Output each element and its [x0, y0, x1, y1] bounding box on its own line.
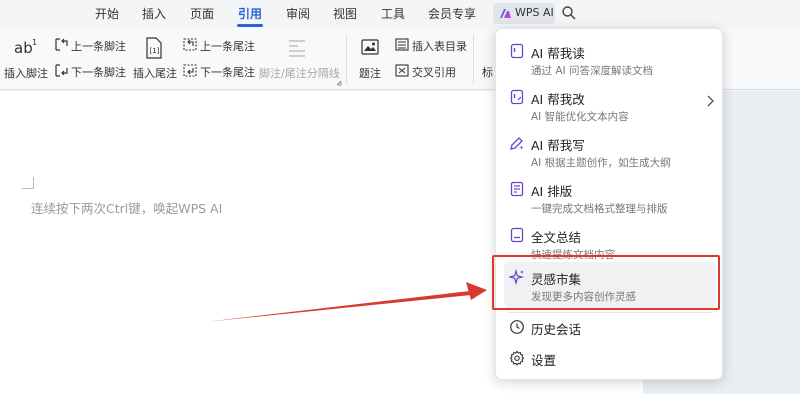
insert-endnote-button[interactable]: 插入尾注	[133, 65, 177, 81]
wps-ai-label: WPS AI	[515, 6, 554, 19]
menu-item-summary[interactable]: 全文总结 快速提炼文档内容	[496, 220, 724, 266]
prev-endnote-icon	[183, 38, 197, 51]
menu-item-settings[interactable]: 设置	[496, 344, 724, 372]
tab-review[interactable]: 审阅	[286, 6, 310, 22]
endnote-icon: [1]	[146, 37, 162, 59]
menu-item-subtitle: AI 智能优化文本内容	[531, 111, 629, 123]
document-placeholder-text[interactable]: 连续按下两次Ctrl键，唤起WPS AI	[31, 198, 222, 217]
ribbon-divider	[346, 34, 347, 84]
chevron-right-icon	[707, 95, 714, 107]
caption-image-icon	[361, 39, 379, 55]
svg-text:ab: ab	[14, 39, 33, 57]
caption-button[interactable]: 题注	[359, 65, 381, 81]
sparkle-icon	[509, 269, 525, 285]
tab-page[interactable]: 页面	[190, 6, 214, 22]
menu-item-title: AI 帮我改	[531, 92, 585, 107]
clock-icon	[510, 320, 524, 334]
svg-text:[1]: [1]	[150, 47, 160, 55]
tab-insert[interactable]: 插入	[142, 6, 166, 22]
ribbon-partial-label: 标	[482, 66, 493, 79]
next-endnote-button[interactable]: 下一条尾注	[200, 64, 255, 80]
summary-icon	[510, 227, 524, 243]
menu-item-history[interactable]: 历史会话	[496, 313, 724, 341]
prev-footnote-icon	[55, 38, 68, 51]
next-footnote-icon	[55, 64, 68, 77]
footnote-ab-icon: ab 1	[14, 38, 37, 57]
separator-line-icon	[289, 40, 305, 57]
table-of-figures-icon	[395, 38, 409, 51]
cross-reference-button[interactable]: 交叉引用	[412, 64, 456, 80]
ribbon-divider	[473, 34, 474, 84]
tab-references[interactable]: 引用	[238, 6, 262, 22]
dialog-launcher-icon[interactable]	[336, 80, 342, 86]
search-icon[interactable]	[561, 5, 577, 21]
menu-item-title: 灵感市集	[531, 272, 582, 287]
pen-sparkle-icon	[510, 137, 524, 150]
insert-table-of-figures-button[interactable]: 插入表目录	[412, 38, 467, 54]
doc-edit-icon	[510, 89, 524, 105]
menu-item-inspiration-market[interactable]: 灵感市集 发现更多内容创作灵感	[504, 262, 716, 308]
menu-item-title: AI 帮我读	[531, 46, 585, 61]
menu-item-ai-read[interactable]: AI 帮我读 通过 AI 问答深度解读文档	[496, 36, 724, 82]
menu-item-title: AI 排版	[531, 184, 573, 199]
menu-item-ai-write[interactable]: AI 帮我写 AI 根据主题创作，如生成大纲	[496, 128, 724, 174]
menu-item-subtitle: 快速提炼文档内容	[531, 249, 615, 261]
svg-text:1: 1	[32, 38, 37, 47]
active-tab-indicator	[237, 24, 263, 27]
next-footnote-button[interactable]: 下一条脚注	[71, 64, 126, 80]
separator-line-button[interactable]: 脚注/尾注分隔线	[259, 65, 340, 81]
wps-ai-logo-icon	[500, 9, 511, 18]
tab-member[interactable]: 会员专享	[428, 6, 476, 22]
doc-read-icon	[510, 43, 524, 59]
prev-footnote-button[interactable]: 上一条脚注	[71, 38, 126, 54]
menu-item-ai-edit[interactable]: AI 帮我改 AI 智能优化文本内容	[496, 82, 724, 128]
next-endnote-icon	[183, 64, 197, 77]
menu-item-subtitle: 通过 AI 问答深度解读文档	[531, 65, 653, 77]
menu-item-subtitle: 发现更多内容创作灵感	[531, 291, 636, 303]
menu-item-ai-layout[interactable]: AI 排版 一键完成文档格式整理与排版	[496, 174, 724, 220]
wps-ai-tab[interactable]: WPS AI	[493, 3, 555, 24]
wps-ai-dropdown-menu: AI 帮我读 通过 AI 问答深度解读文档 AI 帮我改 AI 智能优化文本内容…	[495, 28, 723, 380]
menu-bar: 开始 插入 页面 引用 审阅 视图 工具 会员专享 WPS AI	[0, 0, 800, 28]
tab-home[interactable]: 开始	[95, 6, 119, 22]
menu-item-subtitle: 一键完成文档格式整理与排版	[531, 203, 668, 215]
tab-view[interactable]: 视图	[333, 6, 357, 22]
menu-item-title: 设置	[531, 353, 557, 368]
tab-tools[interactable]: 工具	[381, 6, 405, 22]
menu-item-title: AI 帮我写	[531, 138, 585, 153]
prev-endnote-button[interactable]: 上一条尾注	[200, 38, 255, 54]
cross-reference-icon	[395, 64, 409, 77]
insert-footnote-button[interactable]: 插入脚注	[4, 65, 48, 81]
menu-item-subtitle: AI 根据主题创作，如生成大纲	[531, 157, 671, 169]
gear-icon	[509, 350, 525, 366]
menu-item-title: 历史会话	[531, 322, 582, 337]
page-crop-mark	[22, 177, 34, 189]
menu-item-title: 全文总结	[531, 230, 582, 245]
layout-icon	[510, 181, 524, 197]
